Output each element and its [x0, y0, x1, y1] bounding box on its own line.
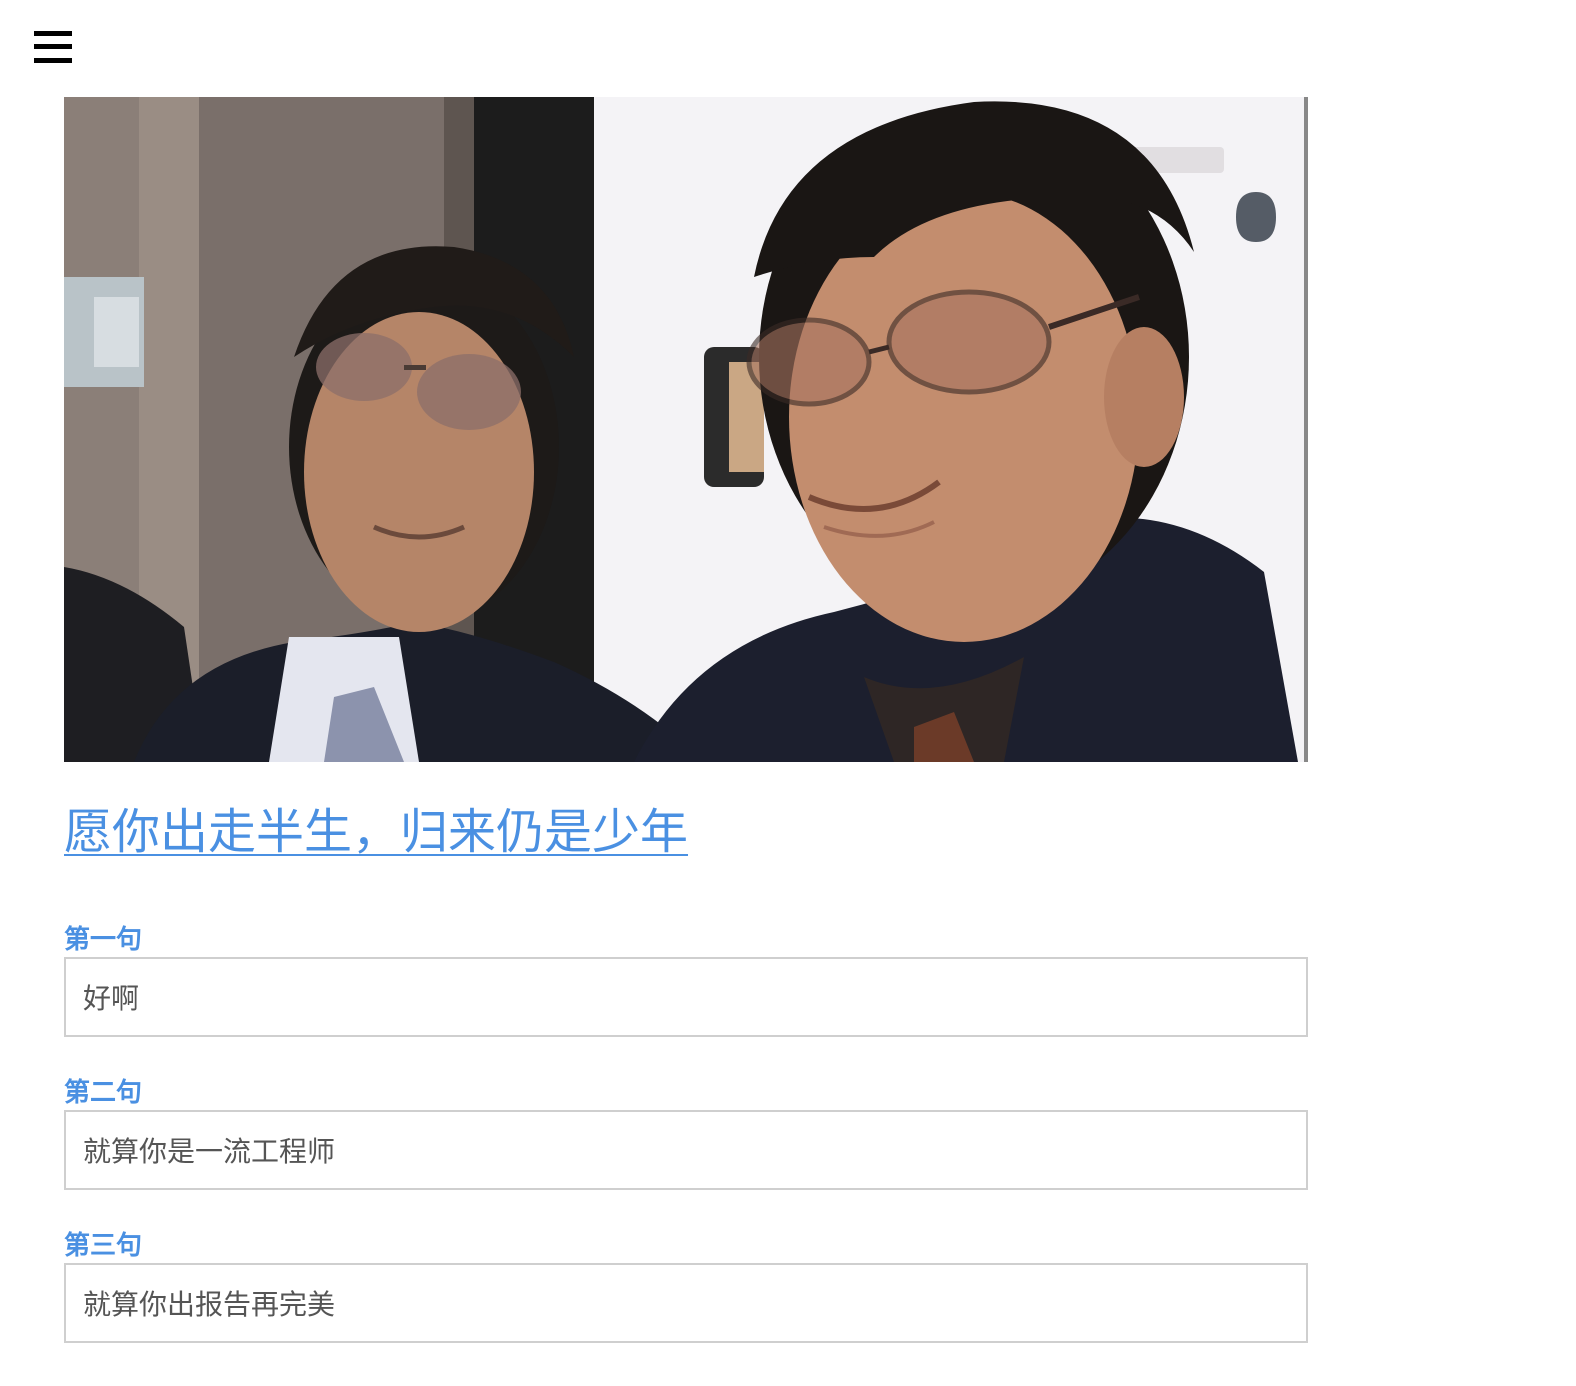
meme-image — [64, 97, 1308, 762]
glasses-right-lens — [886, 289, 1052, 395]
meme-image-graphic — [64, 97, 1308, 762]
menu-bar — [34, 58, 72, 63]
first-sentence-input[interactable] — [64, 957, 1308, 1037]
post-title-link[interactable]: 愿你出走半生，归来仍是少年 — [64, 800, 688, 864]
menu-bar — [34, 44, 72, 49]
field-label: 第三句 — [64, 1231, 143, 1261]
apple-logo — [1236, 192, 1276, 242]
hamburger-menu-icon[interactable] — [34, 31, 72, 65]
menu-bar — [34, 31, 72, 36]
glasses-left-lens — [746, 317, 872, 407]
form-field-1: 第一句 — [64, 923, 1308, 1037]
third-sentence-input[interactable] — [64, 1263, 1308, 1343]
main-content: 愿你出走半生，归来仍是少年 第一句 第二句 第三句 — [64, 97, 1308, 1343]
field-label: 第一句 — [64, 925, 143, 955]
field-label: 第二句 — [64, 1078, 143, 1108]
form-field-3: 第三句 — [64, 1229, 1308, 1343]
second-sentence-input[interactable] — [64, 1110, 1308, 1190]
form-field-2: 第二句 — [64, 1076, 1308, 1190]
